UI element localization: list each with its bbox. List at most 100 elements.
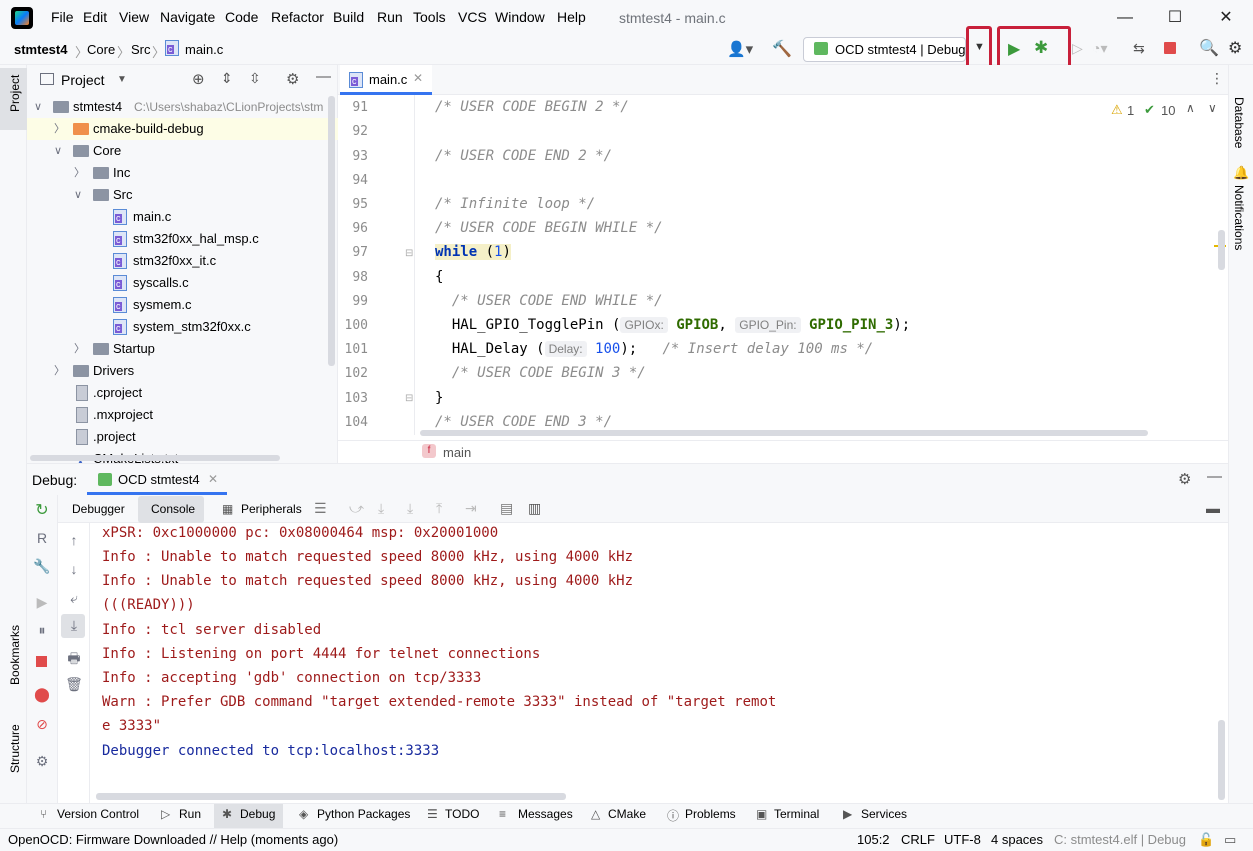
tree-row-src[interactable]: ∨ Src: [27, 184, 338, 206]
tree-row-project[interactable]: .project: [27, 426, 338, 448]
structure-tool-button[interactable]: Structure: [8, 724, 22, 773]
bookmarks-tool-button[interactable]: Bookmarks: [8, 625, 22, 685]
tree-row-startup[interactable]: 〉 Startup: [27, 338, 338, 360]
soft-wrap-icon[interactable]: ⤶: [64, 590, 84, 607]
notifications-bell-icon[interactable]: 🔔: [1233, 165, 1249, 181]
tree-row-inc[interactable]: 〉 Inc: [27, 162, 338, 184]
status-message[interactable]: OpenOCD: Firmware Downloaded // Help (mo…: [8, 832, 338, 847]
close-tab-icon[interactable]: ✕: [413, 71, 423, 85]
tree-row-sysmem[interactable]: sysmem.c: [27, 294, 338, 316]
chevron-right-icon[interactable]: 〉: [54, 360, 65, 382]
build-hammer-icon[interactable]: 🔨: [772, 39, 792, 59]
tree-row-drivers[interactable]: 〉 Drivers: [27, 360, 338, 382]
breadcrumb-core[interactable]: Core: [87, 42, 115, 57]
editor-scrollbar[interactable]: [1218, 230, 1225, 270]
menu-vcs[interactable]: VCS: [458, 9, 487, 25]
menu-refactor[interactable]: Refactor: [271, 9, 324, 25]
clear-all-trash-icon[interactable]: 🗑: [64, 676, 84, 693]
tree-row-mxproject[interactable]: .mxproject: [27, 404, 338, 426]
tree-row-hal-msp[interactable]: stm32f0xx_hal_msp.c: [27, 228, 338, 250]
breadcrumb-file[interactable]: main.c: [185, 42, 223, 57]
console-hscrollbar[interactable]: [96, 793, 566, 800]
project-panel-title[interactable]: Project: [61, 72, 105, 88]
layout-menu-icon[interactable]: ☰: [314, 500, 327, 517]
user-account-icon[interactable]: 👤▾: [727, 40, 753, 58]
version-control-tab[interactable]: Version Control: [57, 807, 139, 821]
tree-row-it[interactable]: stm32f0xx_it.c: [27, 250, 338, 272]
menu-build[interactable]: Build: [333, 9, 364, 25]
database-tool-button[interactable]: Database: [1232, 97, 1246, 148]
editor-hscrollbar[interactable]: [420, 430, 1148, 436]
menu-navigate[interactable]: Navigate: [160, 9, 215, 25]
menu-file[interactable]: File: [51, 9, 74, 25]
chevron-right-icon[interactable]: 〉: [54, 118, 65, 140]
select-opened-file-icon[interactable]: ⊕: [192, 70, 205, 88]
stop-debug-icon[interactable]: [36, 656, 47, 667]
debug-tab[interactable]: Debug: [240, 807, 275, 821]
warning-count[interactable]: 1: [1127, 103, 1134, 118]
check-count[interactable]: 10: [1161, 103, 1175, 118]
hide-debug-icon[interactable]: —: [1207, 468, 1222, 485]
problems-tab[interactable]: Problems: [685, 807, 736, 821]
line-separator[interactable]: CRLF: [901, 832, 935, 847]
debug-settings-icon[interactable]: ⚙: [32, 753, 52, 770]
previous-highlight-icon[interactable]: ∧: [1186, 101, 1195, 115]
tree-row-root[interactable]: ∨ stmtest4 C:\Users\shabaz\CLionProjects…: [27, 96, 338, 118]
notifications-tool-button[interactable]: Notifications: [1232, 185, 1246, 250]
attach-icon[interactable]: ▷: [1072, 40, 1083, 57]
cmake-tab[interactable]: CMake: [608, 807, 646, 821]
lock-icon[interactable]: 🔓: [1198, 832, 1214, 848]
close-button[interactable]: ✕: [1211, 6, 1241, 30]
caret-position[interactable]: 105:2: [857, 832, 890, 847]
project-options-gear-icon[interactable]: ⚙: [286, 70, 299, 88]
next-highlight-icon[interactable]: ∨: [1208, 101, 1217, 115]
terminal-tab[interactable]: Terminal: [774, 807, 819, 821]
pause-icon[interactable]: ⏸: [32, 622, 52, 639]
collapse-all-icon[interactable]: ⇳: [249, 70, 261, 87]
stop-icon[interactable]: [1164, 42, 1176, 54]
menu-view[interactable]: View: [119, 9, 149, 25]
menu-window[interactable]: Window: [495, 9, 545, 25]
menu-help[interactable]: Help: [557, 9, 586, 25]
project-hscrollbar[interactable]: [30, 455, 280, 461]
file-encoding[interactable]: UTF-8: [944, 832, 981, 847]
attach-process-icon[interactable]: ⇆: [1133, 40, 1145, 57]
build-context[interactable]: C: stmtest4.elf | Debug: [1054, 832, 1186, 847]
run-tab[interactable]: Run: [179, 807, 201, 821]
menu-edit[interactable]: Edit: [83, 9, 107, 25]
breadcrumb-src[interactable]: Src: [131, 42, 151, 57]
project-tool-button[interactable]: Project: [8, 75, 22, 112]
console-tab[interactable]: Console: [151, 502, 195, 516]
expand-all-icon[interactable]: ⇕: [221, 70, 233, 87]
tree-row-cmake-build-debug[interactable]: 〉 cmake-build-debug: [27, 118, 338, 140]
minimize-button[interactable]: —: [1110, 6, 1140, 30]
mute-breakpoints-icon[interactable]: ⊘: [32, 716, 52, 733]
tree-row-system[interactable]: system_stm32f0xx.c: [27, 316, 338, 338]
tree-row-syscalls[interactable]: syscalls.c: [27, 272, 338, 294]
hide-panel-icon[interactable]: —: [316, 68, 331, 85]
more-options-icon[interactable]: ⋮: [1210, 70, 1224, 87]
close-session-icon[interactable]: ✕: [208, 472, 218, 486]
evaluate-expression-icon[interactable]: ▤: [500, 500, 513, 517]
project-scrollbar[interactable]: [328, 96, 335, 366]
python-packages-tab[interactable]: Python Packages: [317, 807, 410, 821]
reset-icon[interactable]: R: [32, 530, 52, 546]
scroll-to-end-icon[interactable]: ⤓: [64, 617, 84, 634]
rerun-icon[interactable]: ↻: [32, 500, 52, 520]
breadcrumb-project[interactable]: stmtest4: [14, 42, 67, 57]
debug-settings-gear-icon[interactable]: ⚙: [1178, 470, 1191, 488]
view-breakpoints-icon[interactable]: ⬤: [32, 686, 52, 703]
console-layout-icon[interactable]: ▬: [1206, 500, 1220, 516]
peripherals-tab[interactable]: Peripherals: [241, 502, 302, 516]
console-scrollbar[interactable]: [1218, 720, 1225, 800]
chevron-down-icon[interactable]: ∨: [74, 184, 82, 206]
resume-icon[interactable]: ▶: [32, 594, 52, 611]
clion-logo-icon[interactable]: [11, 7, 33, 29]
settings-gear-icon[interactable]: ⚙: [1228, 38, 1242, 58]
scroll-down-arrow-icon[interactable]: ↓: [64, 561, 84, 577]
profile-icon[interactable]: ◔▾: [1092, 40, 1107, 57]
project-view-chevron-icon[interactable]: ▼: [117, 74, 127, 85]
step-into-icon[interactable]: ⤓: [407, 500, 413, 517]
maximize-button[interactable]: ☐: [1160, 6, 1190, 30]
fold-marker-icon[interactable]: ⊟: [405, 393, 413, 404]
